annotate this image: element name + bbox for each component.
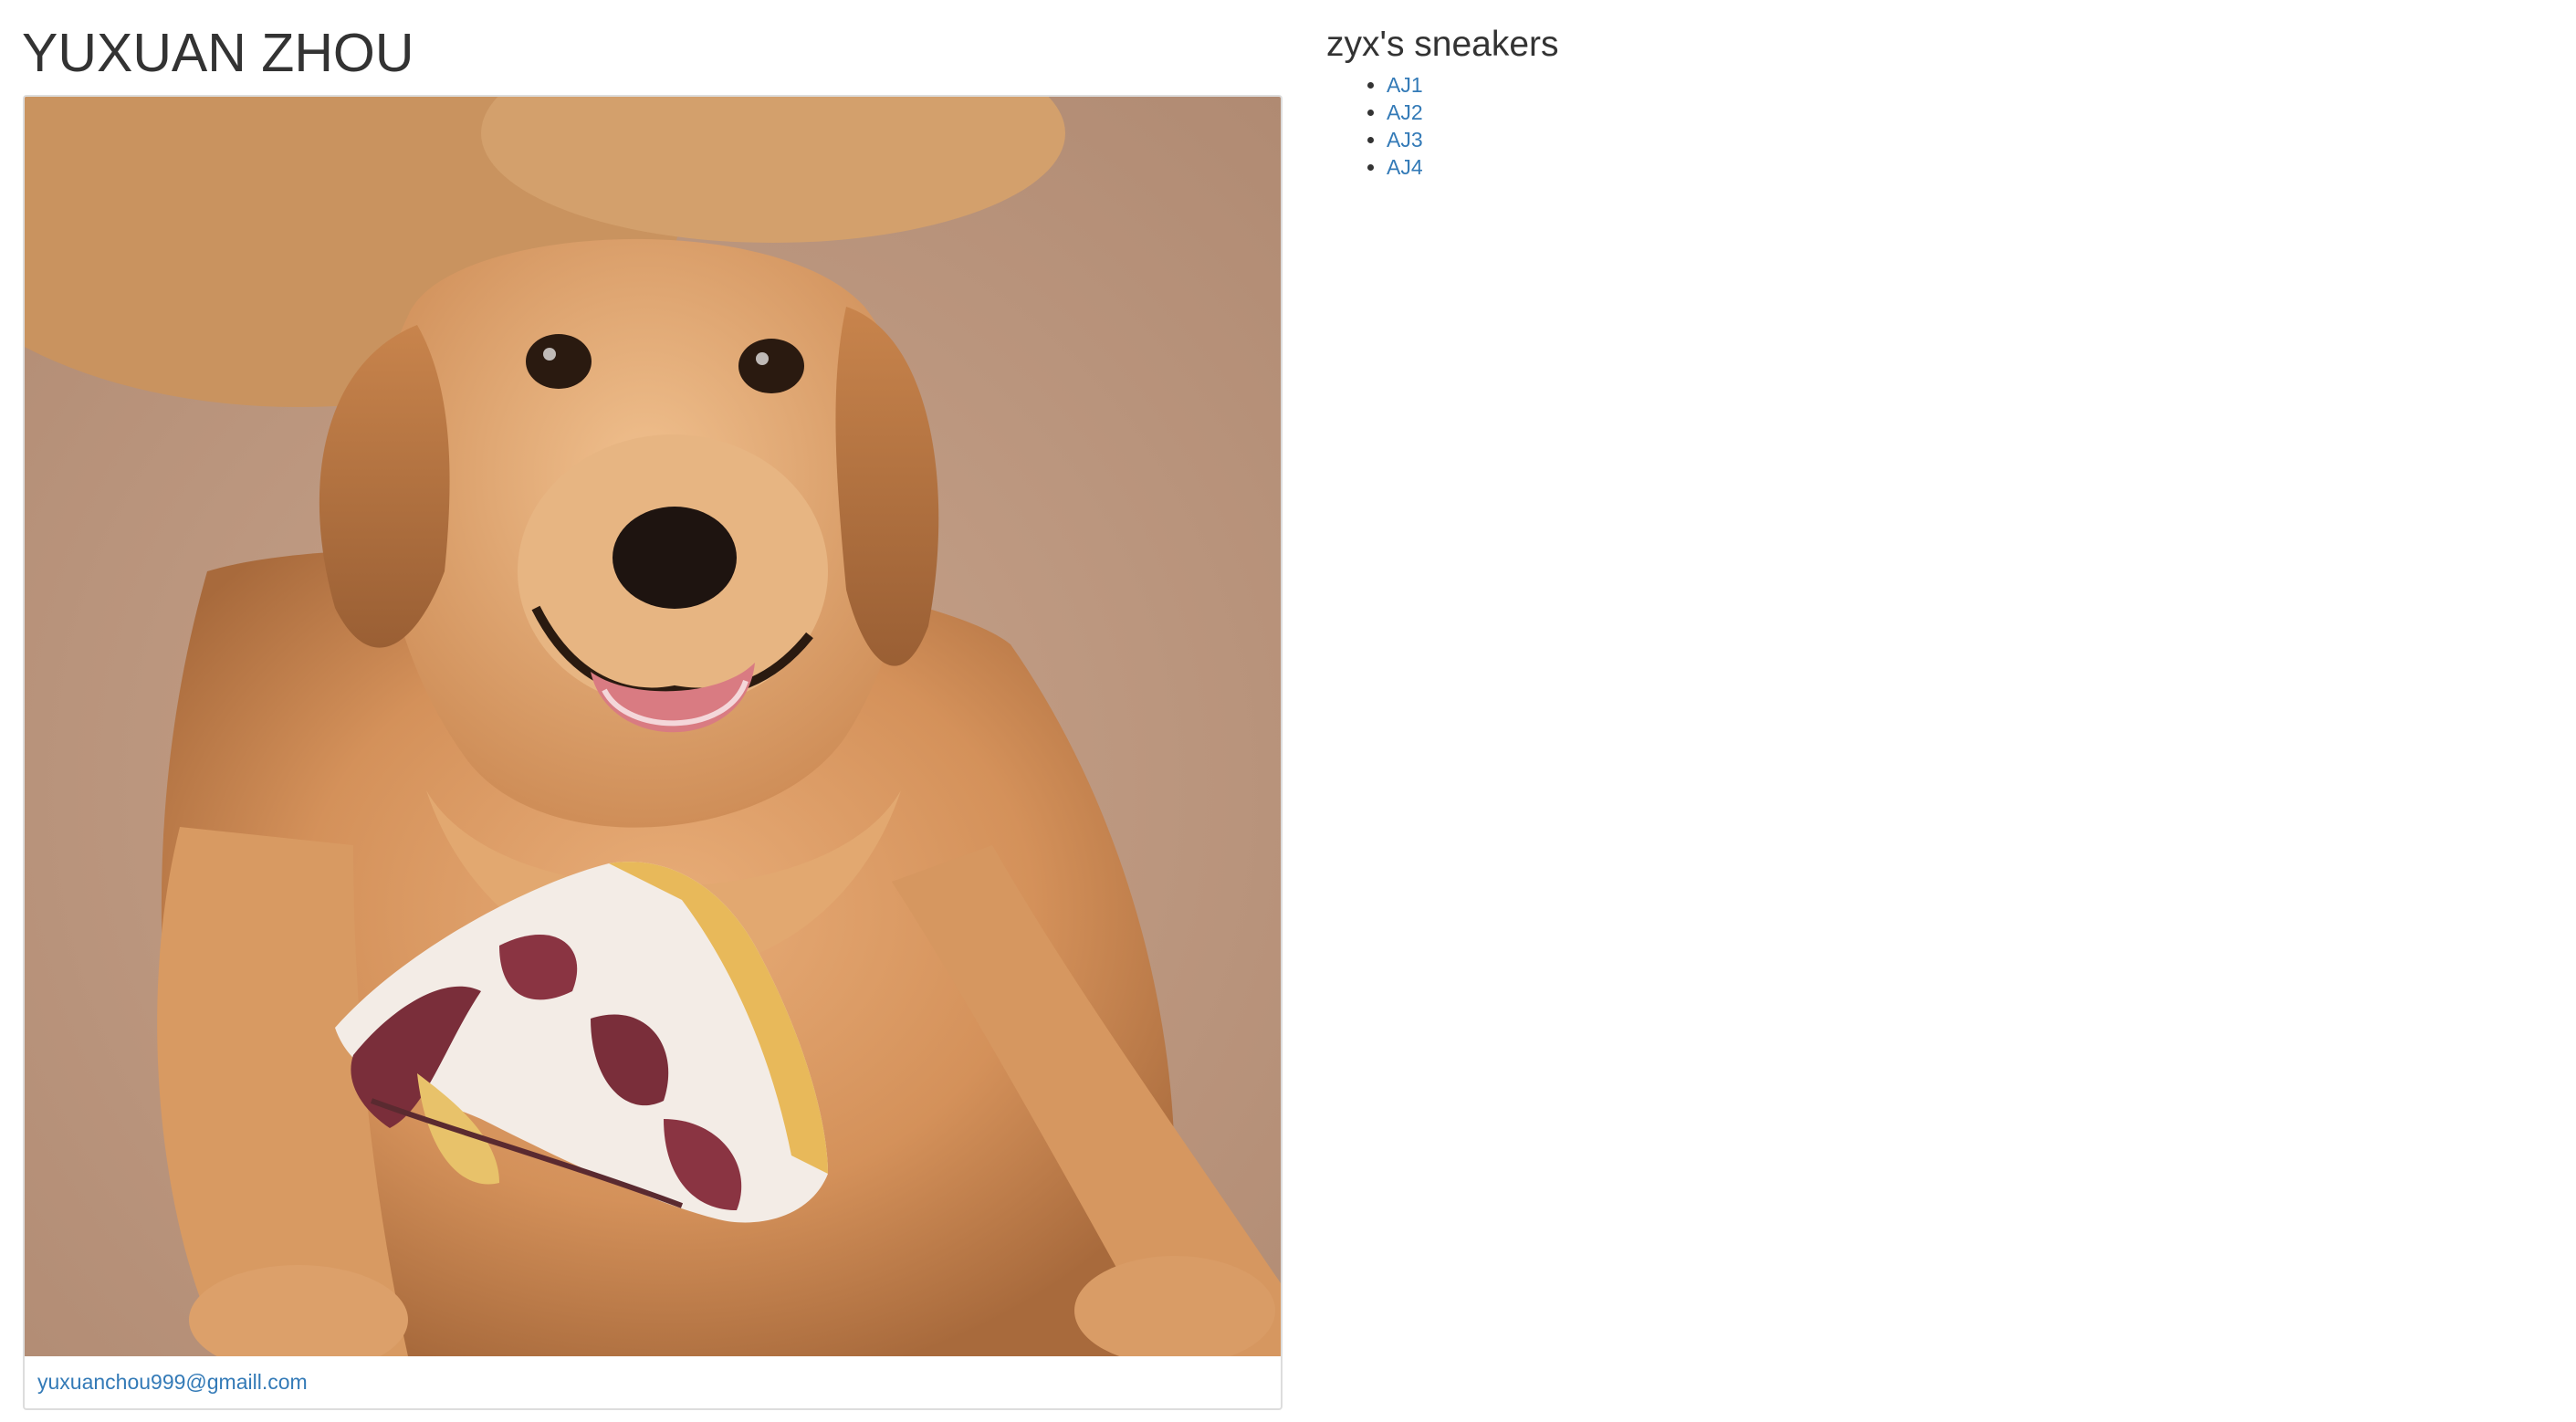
sneaker-link-aj1[interactable]: AJ1 — [1387, 73, 1423, 97]
profile-card-footer: yuxuanchou999@gmaill.com — [25, 1356, 1281, 1408]
profile-photo — [25, 97, 1281, 1356]
list-item: AJ2 — [1387, 99, 1559, 126]
list-item: AJ4 — [1387, 153, 1559, 181]
sneaker-list: AJ1 AJ2 AJ3 AJ4 — [1326, 71, 1559, 181]
page: YUXUAN ZHOU yuxuanchou999@gmaill.com zyx… — [0, 0, 2576, 1422]
sneakers-title: zyx's sneakers — [1326, 25, 1559, 64]
sneaker-link-aj3[interactable]: AJ3 — [1387, 128, 1423, 152]
list-item: AJ1 — [1387, 71, 1559, 99]
sneakers-column: zyx's sneakers AJ1 AJ2 AJ3 AJ4 — [1326, 22, 1559, 181]
page-title: YUXUAN ZHOU — [22, 23, 414, 83]
email-link[interactable]: yuxuanchou999@gmaill.com — [37, 1370, 308, 1395]
sneaker-link-aj4[interactable]: AJ4 — [1387, 155, 1423, 179]
profile-card: yuxuanchou999@gmaill.com — [23, 95, 1283, 1410]
sneaker-link-aj2[interactable]: AJ2 — [1387, 100, 1423, 124]
dog-with-sneaker-photo — [25, 97, 1281, 1356]
list-item: AJ3 — [1387, 126, 1559, 153]
profile-column: YUXUAN ZHOU — [22, 18, 1291, 88]
